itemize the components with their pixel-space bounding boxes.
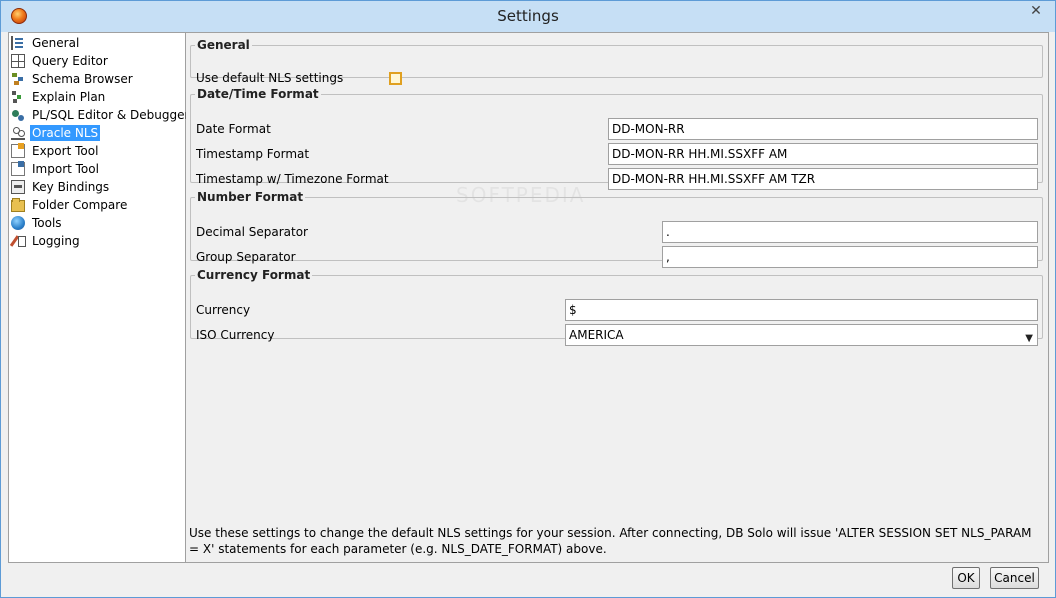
tree-item-oracle-nls[interactable]: Oracle NLS xyxy=(11,124,101,142)
tree-item-key-bindings[interactable]: Key Bindings xyxy=(11,178,111,196)
tree-item-label: Tools xyxy=(32,216,62,230)
group-separator-label: Group Separator xyxy=(196,250,296,264)
close-button[interactable]: ✕ xyxy=(1017,1,1055,21)
tree-item-label: Explain Plan xyxy=(32,90,106,104)
number-group-legend: Number Format xyxy=(197,190,304,204)
tree-item-label: Import Tool xyxy=(32,162,99,176)
tree-item-label: PL/SQL Editor & Debugger xyxy=(32,108,190,122)
explain-plan-icon xyxy=(11,90,25,104)
iso-currency-label: ISO Currency xyxy=(196,328,275,342)
currency-label: Currency xyxy=(196,303,251,317)
export-icon xyxy=(11,143,25,158)
timestamp-format-input[interactable]: DD-MON-RR HH.MI.SSXFF AM xyxy=(608,143,1038,165)
client-area: General Query Editor Schema Browser Expl… xyxy=(8,32,1049,592)
date-format-input[interactable]: DD-MON-RR xyxy=(608,118,1038,140)
group-separator-input[interactable]: , xyxy=(662,246,1038,268)
chevron-down-icon[interactable]: ▼ xyxy=(1025,329,1033,349)
tree-item-label: Key Bindings xyxy=(32,180,110,194)
iso-currency-value: AMERICA xyxy=(569,328,624,342)
settings-window: Settings ✕ General Query Editor Schema B… xyxy=(0,0,1056,598)
tree-item-plsql-editor[interactable]: PL/SQL Editor & Debugger xyxy=(11,106,191,124)
tree-item-logging[interactable]: Logging xyxy=(11,232,82,250)
currency-format-group: Currency Format Currency $ ISO Currency … xyxy=(190,268,1043,346)
nls-settings-panel: General Use default NLS settings Date/Ti… xyxy=(186,32,1049,563)
tree-item-query-editor[interactable]: Query Editor xyxy=(11,52,110,70)
tree-item-label: Export Tool xyxy=(32,144,99,158)
datetime-format-group: Date/Time Format Date Format DD-MON-RR T… xyxy=(190,87,1043,190)
general-icon xyxy=(11,36,25,50)
tree-item-label: Folder Compare xyxy=(32,198,128,212)
tree-item-import-tool[interactable]: Import Tool xyxy=(11,160,101,178)
currency-input[interactable]: $ xyxy=(565,299,1038,321)
logging-icon xyxy=(11,234,26,248)
timestamp-tz-format-input[interactable]: DD-MON-RR HH.MI.SSXFF AM TZR xyxy=(608,168,1038,190)
nls-icon xyxy=(11,126,25,140)
datetime-group-legend: Date/Time Format xyxy=(197,87,319,101)
folder-icon xyxy=(11,198,25,212)
cancel-button[interactable]: Cancel xyxy=(990,567,1039,589)
title-bar[interactable]: Settings ✕ xyxy=(1,1,1055,32)
window-title: Settings xyxy=(497,7,559,25)
ok-button[interactable]: OK xyxy=(952,567,980,589)
tree-item-export-tool[interactable]: Export Tool xyxy=(11,142,100,160)
tree-item-schema-browser[interactable]: Schema Browser xyxy=(11,70,135,88)
date-format-label: Date Format xyxy=(196,122,271,136)
iso-currency-select[interactable]: AMERICA ▼ xyxy=(565,324,1038,346)
plsql-icon xyxy=(11,108,25,122)
use-default-nls-checkbox[interactable] xyxy=(389,72,402,85)
tree-item-folder-compare[interactable]: Folder Compare xyxy=(11,196,129,214)
tree-item-label: Query Editor xyxy=(32,54,108,68)
tree-item-label: Schema Browser xyxy=(32,72,133,86)
tree-item-explain-plan[interactable]: Explain Plan xyxy=(11,88,107,106)
tree-item-label: Oracle NLS xyxy=(30,125,101,141)
general-group: General Use default NLS settings xyxy=(190,38,1043,85)
key-bindings-icon xyxy=(11,180,25,194)
number-format-group: Number Format Decimal Separator . Group … xyxy=(190,190,1043,268)
import-icon xyxy=(11,161,25,176)
tools-globe-icon xyxy=(11,216,25,230)
tree-item-general[interactable]: General xyxy=(11,34,81,52)
decimal-separator-label: Decimal Separator xyxy=(196,225,308,239)
schema-icon xyxy=(11,72,25,86)
use-default-nls-label: Use default NLS settings xyxy=(196,71,344,85)
decimal-separator-input[interactable]: . xyxy=(662,221,1038,243)
tree-item-tools[interactable]: Tools xyxy=(11,214,64,232)
settings-tree: General Query Editor Schema Browser Expl… xyxy=(8,32,189,563)
currency-group-legend: Currency Format xyxy=(197,268,311,282)
grid-icon xyxy=(11,54,25,68)
tree-item-label: Logging xyxy=(32,234,80,248)
nls-help-text: Use these settings to change the default… xyxy=(189,526,1032,556)
tree-item-label: General xyxy=(32,36,80,50)
timestamp-format-label: Timestamp Format xyxy=(196,147,310,161)
timestamp-tz-format-label: Timestamp w/ Timezone Format xyxy=(196,172,389,186)
general-group-legend: General xyxy=(197,38,250,52)
